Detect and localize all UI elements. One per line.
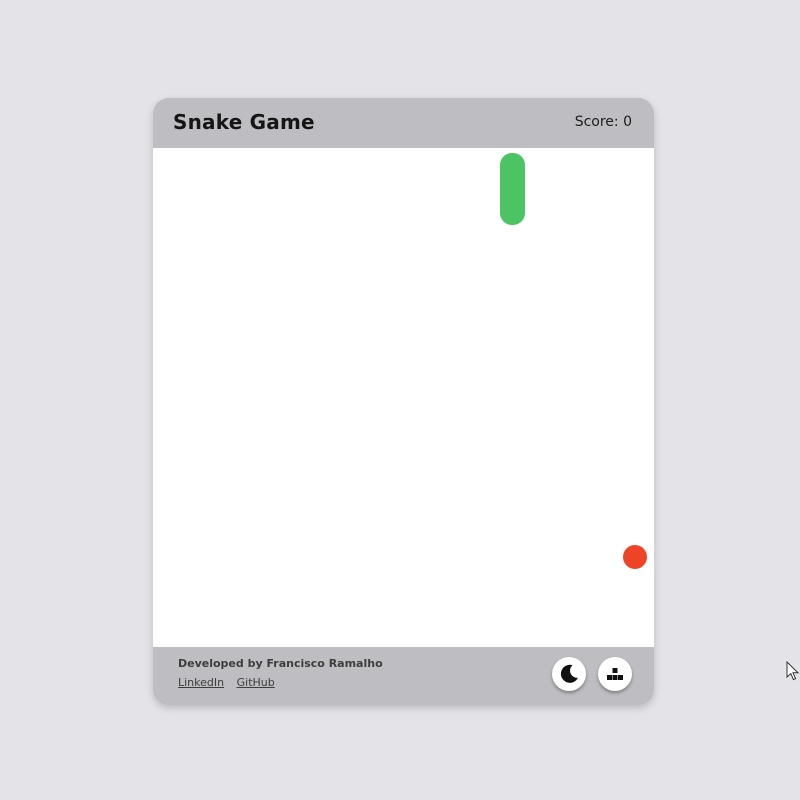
footer: Developed by Francisco Ramalho LinkedIn … bbox=[153, 647, 654, 705]
game-window: Snake Game Score: 0 Developed by Francis… bbox=[153, 98, 654, 705]
github-link[interactable]: GitHub bbox=[237, 676, 275, 689]
food bbox=[623, 545, 647, 569]
snake bbox=[500, 153, 525, 225]
game-board[interactable] bbox=[153, 148, 654, 647]
score-display: Score: 0 bbox=[574, 114, 632, 130]
theme-toggle-button[interactable] bbox=[552, 657, 586, 691]
header: Snake Game Score: 0 bbox=[153, 98, 654, 148]
developer-credit: Developed by Francisco Ramalho bbox=[178, 657, 383, 670]
footer-links: LinkedIn GitHub bbox=[178, 676, 284, 689]
linkedin-link[interactable]: LinkedIn bbox=[178, 676, 224, 689]
game-title: Snake Game bbox=[173, 110, 315, 134]
moon-icon bbox=[560, 664, 578, 683]
board-settings-button[interactable] bbox=[598, 657, 632, 691]
mouse-cursor-icon bbox=[786, 661, 800, 681]
blocks-icon bbox=[607, 668, 623, 680]
